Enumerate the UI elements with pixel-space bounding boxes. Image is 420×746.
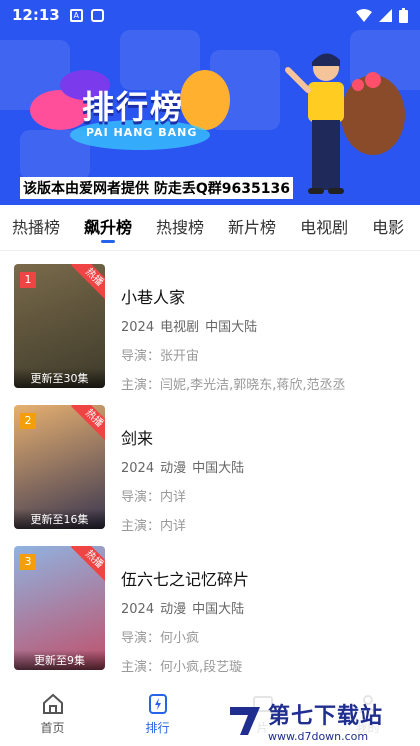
nav-home[interactable]: 首页 (0, 686, 105, 746)
signal-icon (379, 8, 392, 22)
item-region: 中国大陆 (205, 320, 258, 335)
banner-subtitle: PAI HANG BANG (86, 126, 198, 139)
site-watermark: 第七下载站 www.d7down.com (226, 694, 420, 746)
item-director: 导演：何小疯 (121, 631, 200, 646)
header-banner: 12:13 A 排行榜 PAI HANG BANG 该版本由爱网者提供 防走丢Q… (0, 0, 420, 205)
item-info: 伍六七之记忆碎片 2024 动漫 中国大陆 导演：何小疯 主演：何小疯,段艺璇 (121, 566, 249, 685)
rank-badge: 2 (20, 413, 36, 429)
item-meta: 2024 电视剧 中国大陆 (121, 316, 346, 335)
watermark-url: www.d7down.com (268, 729, 369, 743)
tab-new[interactable]: 新片榜 (216, 205, 288, 250)
tabs-divider (0, 250, 420, 251)
watermark-logo-icon (230, 707, 260, 735)
watermark-name: 第七下载站 (268, 703, 384, 729)
hot-badge: 热播 (71, 264, 105, 301)
item-type: 动漫 (160, 602, 187, 617)
nav-rank[interactable]: 排行 (105, 686, 210, 746)
notification-icon: A (69, 8, 83, 22)
item-meta: 2024 动漫 中国大陆 (121, 457, 244, 476)
list-item[interactable]: 3 热播 更新至9集 伍六七之记忆碎片 2024 动漫 中国大陆 导演：何小疯 主演… (0, 546, 420, 687)
item-cast: 主演：内详 (121, 519, 187, 534)
item-meta: 2024 动漫 中国大陆 (121, 598, 249, 617)
banner-title: 排行榜 (82, 88, 185, 126)
item-type: 动漫 (160, 461, 187, 476)
tab-tv[interactable]: 电视剧 (288, 205, 360, 250)
item-director: 导演：内详 (121, 490, 187, 505)
battery-icon (399, 7, 408, 23)
update-status: 更新至16集 (14, 509, 105, 529)
tab-movie[interactable]: 电影 (360, 205, 416, 250)
status-time: 12:13 (12, 6, 60, 24)
poster-image[interactable]: 2 热播 更新至16集 (14, 405, 105, 529)
item-title[interactable]: 剑来 (121, 425, 244, 449)
list-item[interactable]: 2 热播 更新至16集 剑来 2024 动漫 中国大陆 导演：内详 主演：内详 (0, 405, 420, 546)
home-icon (42, 693, 63, 714)
rank-icon (148, 694, 167, 714)
ranking-tabs: 热播榜 飙升榜 热搜榜 新片榜 电视剧 电影 (0, 205, 420, 250)
banner-title-art: 排行榜 PAI HANG BANG (30, 70, 230, 150)
mascot-illustration (285, 53, 405, 194)
tab-hot-play[interactable]: 热播榜 (0, 205, 72, 250)
tab-hot-search[interactable]: 热搜榜 (144, 205, 216, 250)
item-info: 剑来 2024 动漫 中国大陆 导演：内详 主演：内详 (121, 425, 244, 544)
item-year: 2024 (121, 461, 155, 476)
map-icon (90, 8, 104, 22)
list-item[interactable]: 1 热播 更新至30集 小巷人家 2024 电视剧 中国大陆 导演：张开宙 主演：闫… (0, 264, 420, 405)
nav-label: 排行 (145, 721, 170, 735)
splash-decor (180, 70, 230, 130)
update-status: 更新至30集 (14, 368, 105, 388)
item-director: 导演：张开宙 (121, 349, 200, 364)
status-bar: 12:13 A (0, 0, 420, 30)
item-title[interactable]: 伍六七之记忆碎片 (121, 566, 249, 590)
nav-label: 首页 (40, 721, 65, 735)
item-year: 2024 (121, 602, 155, 617)
poster-image[interactable]: 1 热播 更新至30集 (14, 264, 105, 388)
rank-badge: 1 (20, 272, 36, 288)
rank-badge: 3 (20, 554, 36, 570)
poster-image[interactable]: 3 热播 更新至9集 (14, 546, 105, 670)
wifi-icon (356, 8, 372, 22)
item-title[interactable]: 小巷人家 (121, 284, 346, 308)
update-status: 更新至9集 (14, 650, 105, 670)
hot-badge: 热播 (71, 405, 105, 442)
item-type: 电视剧 (160, 320, 200, 335)
tab-rising[interactable]: 飙升榜 (72, 205, 144, 250)
item-cast: 主演：何小疯,段艺璇 (121, 660, 243, 675)
item-info: 小巷人家 2024 电视剧 中国大陆 导演：张开宙 主演：闫妮,李光洁,郭晓东,蒋欣… (121, 284, 346, 403)
item-year: 2024 (121, 320, 155, 335)
hot-badge: 热播 (71, 546, 105, 583)
item-region: 中国大陆 (192, 461, 245, 476)
banner-notice: 该版本由爱网者提供 防走丢Q群9635136 (20, 177, 293, 199)
item-region: 中国大陆 (192, 602, 245, 617)
item-cast: 主演：闫妮,李光洁,郭晓东,蒋欣,范丞丞 (121, 378, 346, 393)
ranking-list: 1 热播 更新至30集 小巷人家 2024 电视剧 中国大陆 导演：张开宙 主演：闫… (0, 264, 420, 687)
